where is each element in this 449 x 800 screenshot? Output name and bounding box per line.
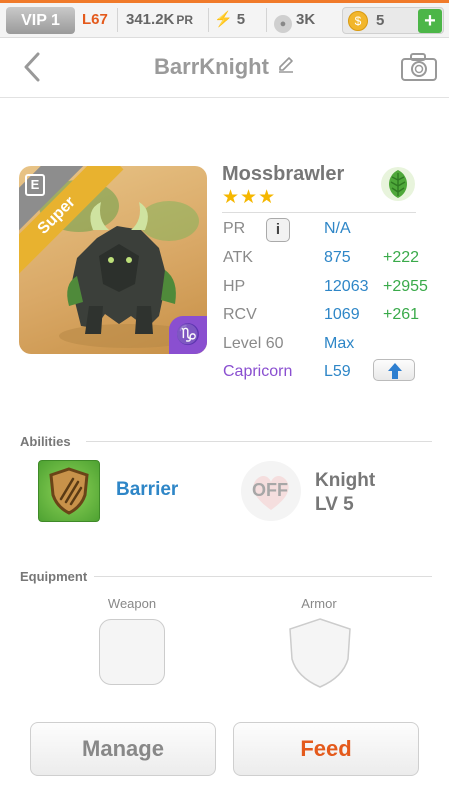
vip-badge[interactable]: VIP 1 [6,7,75,34]
stat-value-rcv: 1069 [324,306,360,323]
info-divider [222,212,416,213]
page-header: BarrKnight [0,38,449,98]
stat-bonus-atk: +222 [383,249,420,266]
leaf-icon [380,166,416,202]
stat-bonus-rcv: +261 [383,306,420,323]
coin-counter[interactable]: $ 5 + [342,7,444,34]
energy-counter[interactable]: ⚡ 5 [214,10,245,30]
off-label: OFF [252,480,288,500]
stat-value-level: Max [324,335,355,352]
player-name: BarrKnight [154,54,269,79]
knight-ability-name: Knight [315,470,376,491]
evolution-icon: E [25,174,45,196]
abilities-heading: Abilities [20,434,71,449]
page-title[interactable]: BarrKnight [0,54,449,80]
add-coins-button[interactable]: + [418,9,442,33]
pr-value: 341.2K [126,11,175,28]
coin-value: 5 [376,12,385,29]
knight-ability-level: LV 5 [315,494,354,515]
stat-label-pr: PR [223,220,246,237]
energy-value: 5 [236,11,246,28]
divider [117,8,118,32]
stat-label-level: Level 60 [223,335,284,352]
paw-icon: ● [274,15,292,33]
zodiac-level: L59 [324,363,351,380]
monster-name: Mossbrawler [222,163,345,185]
camera-icon [401,53,437,81]
camera-button[interactable] [400,52,438,82]
abilities-divider [86,441,432,442]
player-pr: 341.2K PR [126,10,193,30]
paw-value: 3K [296,11,316,28]
monster-portrait[interactable]: Super E ♑ [19,166,207,354]
weapon-label: Weapon [107,596,157,611]
barrier-ability-icon[interactable] [38,460,100,522]
stat-value-atk: 875 [324,249,351,266]
top-status-bar: VIP 1 L67 341.2K PR ⚡ 5 ● 3K $ 5 + [0,0,449,38]
stat-label-hp: HP [223,278,246,295]
stat-label-rcv: RCV [223,306,257,323]
coin-icon: $ [348,11,368,31]
stat-label-atk: ATK [223,249,253,266]
capricorn-icon: ♑ [169,316,207,354]
stat-value-hp: 12063 [324,278,369,295]
pencil-icon[interactable] [277,55,295,73]
arrow-up-icon [388,363,402,379]
manage-button[interactable]: Manage [30,722,216,776]
info-button[interactable]: i [266,218,290,242]
feed-button[interactable]: Feed [233,722,419,776]
zodiac-label: Capricorn [223,363,293,380]
ability-name[interactable]: Barrier [116,479,178,501]
stat-value-pr: N/A [324,220,351,237]
weapon-slot[interactable] [99,619,165,685]
shield-icon [49,467,89,515]
accent-strip [0,0,449,3]
player-level: L67 [82,11,108,28]
zodiac-upgrade-button[interactable] [373,359,415,381]
armor-slot[interactable] [287,617,353,689]
lightning-icon: ⚡ [214,11,233,28]
stat-bonus-hp: +2955 [383,278,428,295]
equipment-heading: Equipment [20,569,88,584]
divider [266,8,267,32]
pr-unit: PR [176,13,194,27]
armor-label: Armor [301,596,337,611]
paw-counter[interactable]: ● 3K [274,10,316,33]
equipment-divider [94,576,432,577]
armor-shield-icon [289,618,351,688]
star-rating: ★★★ [222,187,277,208]
divider [208,8,209,32]
